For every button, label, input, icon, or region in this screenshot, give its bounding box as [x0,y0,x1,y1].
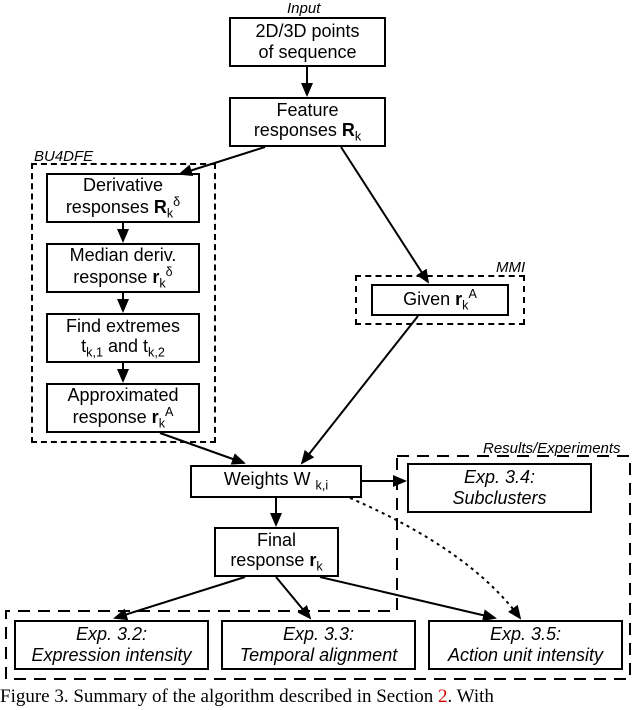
text: 2D/3D points [255,21,359,42]
caption-tail: With [457,686,494,707]
text: Action unit intensity [448,645,603,666]
text: responses Rkδ [66,195,180,221]
text: Given rkA [403,287,477,313]
text: of sequence [258,42,356,63]
caption-suffix: . [447,686,452,707]
text: responses Rk [254,120,361,144]
diagram-canvas: Input BU4DFE MMI Results/Experiments 2D/… [0,0,640,710]
text: Find extremes [66,316,180,337]
label-input: Input [287,0,320,17]
box-exp-32: Exp. 3.2: Expression intensity [14,620,209,670]
box-input-points: 2D/3D points of sequence [229,17,386,67]
text: Temporal alignment [240,645,397,666]
text: tk,1 and tk,2 [81,336,165,360]
box-feature-responses: Feature responses Rk [229,97,386,147]
text: response rkδ [73,265,172,291]
text: response rk [230,550,322,574]
box-derivative: Derivative responses Rkδ [46,173,200,223]
box-exp-33: Exp. 3.3: Temporal alignment [221,620,416,670]
text: Exp. 3.5: [490,624,561,645]
text: response rkA [73,405,174,431]
text: Expression intensity [31,645,191,666]
text: Exp. 3.3: [283,624,354,645]
box-weights: Weights W k,i [190,465,362,498]
text: Median deriv. [70,245,177,266]
box-approximated: Approximated response rkA [46,383,200,433]
text: Exp. 3.2: [76,624,147,645]
text: Weights W k,i [224,469,328,493]
box-find-extremes: Find extremes tk,1 and tk,2 [46,313,200,363]
text: Final [257,530,296,551]
caption-prefix: Figure 3. Summary of the algorithm descr… [0,686,438,707]
label-results: Results/Experiments [483,440,621,457]
box-exp-34: Exp. 3.4: Subclusters [407,463,592,513]
box-median-deriv: Median deriv. response rkδ [46,243,200,293]
text: Subclusters [452,488,546,509]
figure-caption: Figure 3. Summary of the algorithm descr… [0,686,640,708]
label-mmi: MMI [496,259,525,276]
box-final-response: Final response rk [214,527,339,577]
text: Derivative [83,175,163,196]
box-exp-35: Exp. 3.5: Action unit intensity [428,620,623,670]
box-given: Given rkA [371,284,509,316]
text: Feature [276,100,338,121]
text: Approximated [67,385,178,406]
text: Exp. 3.4: [464,467,535,488]
